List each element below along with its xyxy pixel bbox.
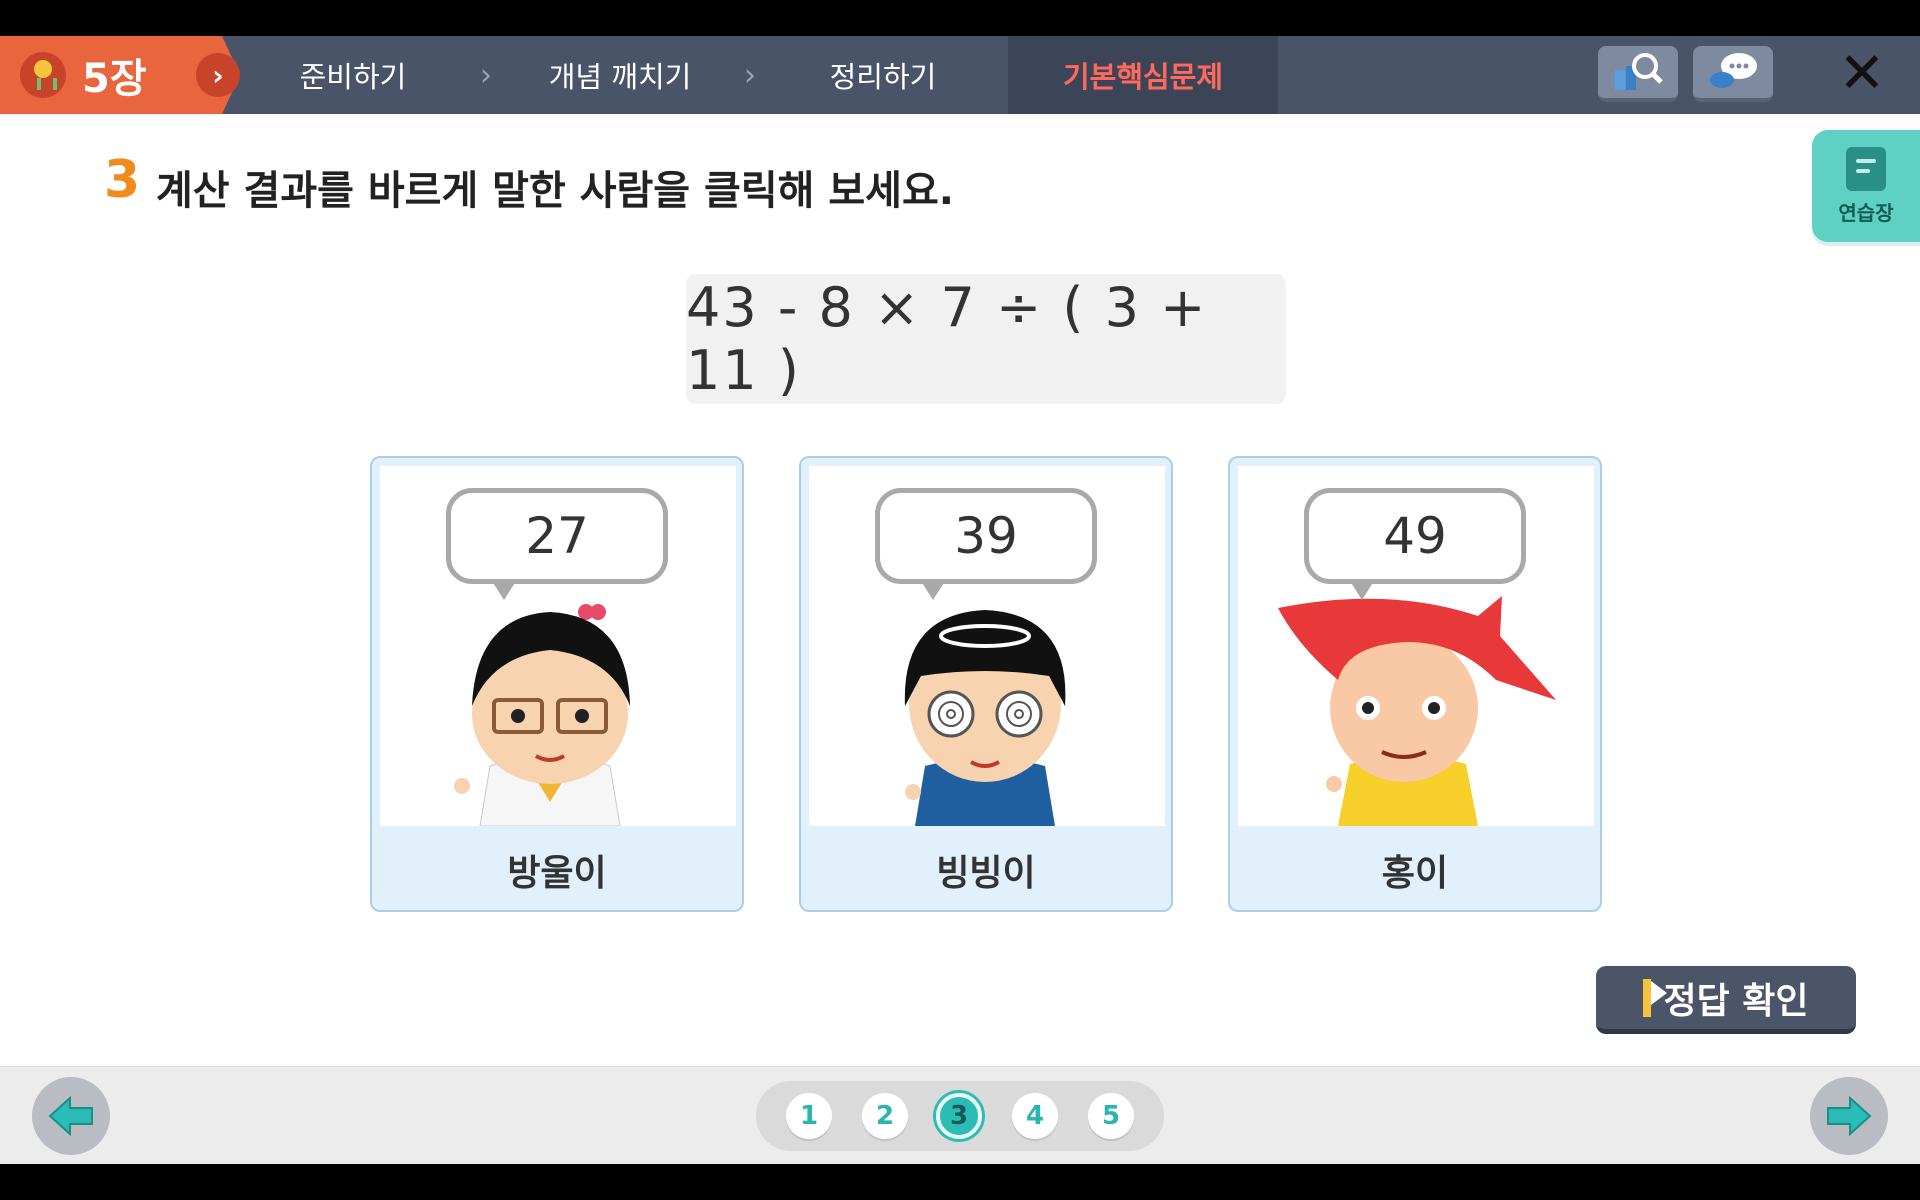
previous-button[interactable]	[32, 1077, 110, 1155]
tab-prepare[interactable]: 준비하기	[258, 36, 448, 114]
card-illustration: 39	[809, 466, 1165, 826]
card-illustration: 27	[380, 466, 736, 826]
speech-bubble: 27	[446, 488, 668, 584]
page-button-4[interactable]: 4	[1012, 1093, 1058, 1139]
tab-summary[interactable]: 정리하기	[788, 36, 978, 114]
math-expression: 43 - 8 × 7 ÷ ( 3 + 11 )	[686, 274, 1286, 404]
chat-tool-button[interactable]	[1693, 46, 1773, 102]
character-name: 빙빙이	[936, 853, 1036, 894]
speech-bubble: 49	[1304, 488, 1526, 584]
next-button[interactable]	[1810, 1077, 1888, 1155]
practice-pad-button[interactable]: 연습장	[1812, 130, 1920, 242]
check-answer-button[interactable]: 정답 확인	[1596, 966, 1856, 1034]
answer-card-2[interactable]: 39 빙빙이	[799, 456, 1173, 912]
chapter-menu-button[interactable]: ›	[196, 53, 240, 97]
page-button-1[interactable]: 1	[786, 1093, 832, 1139]
practice-pad-label: 연습장	[1838, 200, 1894, 225]
arrow-right-icon	[1827, 1095, 1872, 1137]
tab-concept[interactable]: 개념 깨치기	[520, 36, 720, 114]
search-book-icon	[1615, 53, 1663, 90]
chapter-header: 5장	[0, 36, 222, 114]
main-content: 3 계산 결과를 바르게 말한 사람을 클릭해 보세요. 연습장 43 - 8 …	[0, 114, 1920, 1066]
answer-card-3[interactable]: 49 홍이	[1228, 456, 1602, 912]
chevron-right-icon: ›	[480, 57, 492, 93]
question-text: 계산 결과를 바르게 말한 사람을 클릭해 보세요.	[156, 168, 954, 214]
chapter-title: 5장	[82, 56, 147, 102]
tab-basic-core-problems[interactable]: 기본핵심문제	[1008, 36, 1278, 114]
character-name: 홍이	[1381, 853, 1449, 894]
medal-icon	[20, 52, 66, 98]
bottom-navigation: 1 2 3 4 5	[0, 1066, 1920, 1164]
chat-bubble-icon	[1710, 53, 1757, 88]
page-button-5[interactable]: 5	[1088, 1093, 1134, 1139]
page-button-3[interactable]: 3	[936, 1093, 982, 1139]
flag-icon	[1643, 978, 1668, 1017]
question-number: 3	[104, 150, 141, 210]
search-tool-button[interactable]	[1598, 46, 1678, 102]
check-answer-label: 정답 확인	[1663, 980, 1809, 1022]
page-indicator: 1 2 3 4 5	[756, 1081, 1164, 1151]
top-black-bar	[0, 0, 1920, 36]
page-button-2[interactable]: 2	[862, 1093, 908, 1139]
close-button[interactable]: ✕	[1834, 46, 1890, 102]
card-illustration: 49	[1238, 466, 1594, 826]
answer-card-1[interactable]: 27 방울이	[370, 456, 744, 912]
arrow-left-icon	[48, 1095, 93, 1137]
top-navigation: 5장 › 준비하기 › 개념 깨치기 › 정리하기 기본핵심문제 ✕	[0, 36, 1920, 114]
notebook-icon	[1846, 146, 1886, 191]
chevron-right-icon: ›	[744, 57, 756, 93]
speech-bubble: 39	[875, 488, 1097, 584]
character-name: 방울이	[507, 853, 607, 894]
bottom-black-bar	[0, 1164, 1920, 1200]
